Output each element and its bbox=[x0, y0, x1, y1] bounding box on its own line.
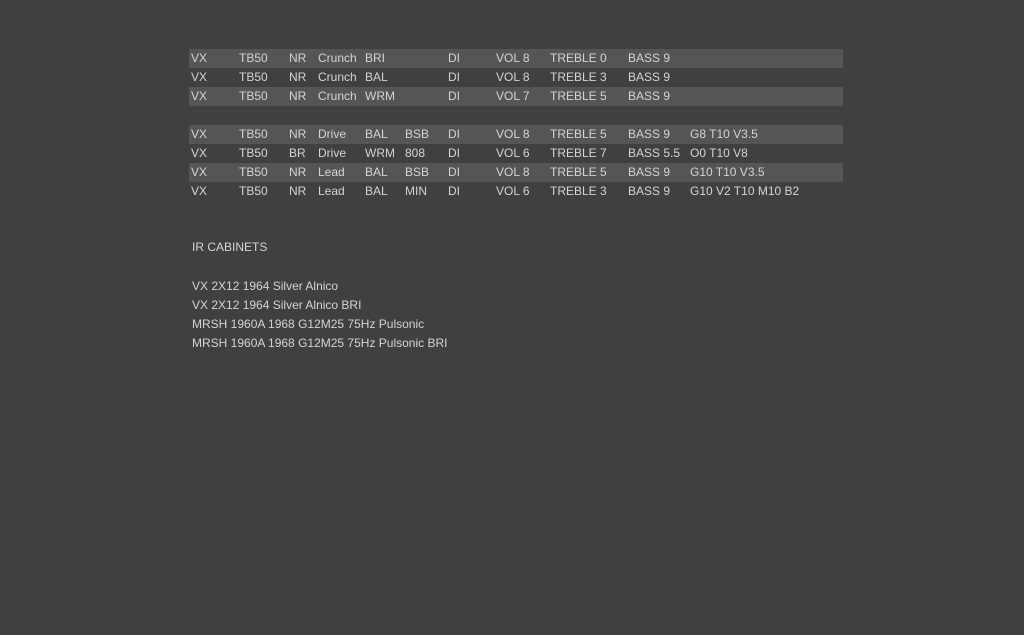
table-cell: BASS 9 bbox=[628, 184, 671, 198]
table-row: VX TB50 NR Drive BAL BSB DI VOL 8 TREBLE… bbox=[189, 125, 843, 144]
table-cell: VOL 8 bbox=[496, 51, 530, 65]
table-cell: BR bbox=[289, 146, 306, 160]
table-cell: BASS 9 bbox=[628, 127, 671, 141]
table-cell: VOL 6 bbox=[496, 146, 530, 160]
document-page: VX TB50 NR Crunch BRI DI VOL 8 TREBLE 0 … bbox=[0, 0, 1024, 635]
table-cell: VOL 6 bbox=[496, 184, 530, 198]
table-row: VX TB50 NR Lead BAL BSB DI VOL 8 TREBLE … bbox=[189, 163, 843, 182]
table-cell: Crunch bbox=[318, 70, 357, 84]
table-row: VX TB50 NR Crunch WRM DI VOL 7 TREBLE 5 … bbox=[189, 87, 843, 106]
table-cell: TREBLE 3 bbox=[550, 70, 607, 84]
table-cell: BAL bbox=[365, 165, 388, 179]
table-cell: TB50 bbox=[239, 89, 268, 103]
table-cell: TB50 bbox=[239, 70, 268, 84]
table-cell: BAL bbox=[365, 127, 388, 141]
table-cell: 808 bbox=[405, 146, 426, 160]
table-row: VX TB50 NR Crunch BAL DI VOL 8 TREBLE 3 … bbox=[189, 68, 843, 87]
table-cell: Crunch bbox=[318, 51, 357, 65]
table-cell: G8 T10 V3.5 bbox=[690, 127, 758, 141]
table-cell: VX bbox=[191, 51, 208, 65]
table-cell: DI bbox=[448, 146, 460, 160]
table-cell: BASS 9 bbox=[628, 70, 671, 84]
table-cell: G10 V2 T10 M10 B2 bbox=[690, 184, 800, 198]
table-cell: NR bbox=[289, 89, 307, 103]
table-cell: WRM bbox=[365, 146, 395, 160]
table-cell: DI bbox=[448, 184, 460, 198]
table-cell: TREBLE 5 bbox=[550, 165, 607, 179]
table-cell: BASS 9 bbox=[628, 51, 671, 65]
table-cell: DI bbox=[448, 51, 460, 65]
table-cell: VX bbox=[191, 165, 208, 179]
ir-cabinets-list: VX 2X12 1964 Silver Alnico VX 2X12 1964 … bbox=[192, 277, 447, 353]
table-cell: BRI bbox=[365, 51, 386, 65]
list-item: MRSH 1960A 1968 G12M25 75Hz Pulsonic BRI bbox=[192, 336, 448, 350]
table-cell: TREBLE 5 bbox=[550, 89, 607, 103]
table-cell: Drive bbox=[318, 127, 347, 141]
table-cell: TREBLE 7 bbox=[550, 146, 607, 160]
table-cell: TREBLE 5 bbox=[550, 127, 607, 141]
table-cell: BSB bbox=[405, 127, 430, 141]
table-row: VX TB50 NR Lead BAL MIN DI VOL 6 TREBLE … bbox=[189, 182, 843, 201]
table-cell: TB50 bbox=[239, 165, 268, 179]
table-cell: VOL 7 bbox=[496, 89, 530, 103]
table-cell: DI bbox=[448, 70, 460, 84]
table-cell: Crunch bbox=[318, 89, 357, 103]
table-cell: Lead bbox=[318, 184, 345, 198]
table-cell: WRM bbox=[365, 89, 395, 103]
list-item: VX 2X12 1964 Silver Alnico BRI bbox=[192, 298, 362, 312]
table-cell: VX bbox=[191, 146, 208, 160]
table-cell: VOL 8 bbox=[496, 70, 530, 84]
table-cell: NR bbox=[289, 127, 307, 141]
table-row: VX TB50 NR Crunch BRI DI VOL 8 TREBLE 0 … bbox=[189, 49, 843, 68]
table-cell: DI bbox=[448, 89, 460, 103]
table-cell: Drive bbox=[318, 146, 347, 160]
table-cell: VOL 8 bbox=[496, 127, 530, 141]
table-cell: BAL bbox=[365, 184, 388, 198]
table-cell: BSB bbox=[405, 165, 430, 179]
drive-lead-presets-table: VX TB50 NR Drive BAL BSB DI VOL 8 TREBLE… bbox=[189, 125, 843, 201]
table-cell: TREBLE 3 bbox=[550, 184, 607, 198]
table-cell: MIN bbox=[405, 184, 427, 198]
table-row: VX TB50 BR Drive WRM 808 DI VOL 6 TREBLE… bbox=[189, 144, 843, 163]
table-cell: VX bbox=[191, 70, 208, 84]
list-item: VX 2X12 1964 Silver Alnico bbox=[192, 279, 339, 293]
crunch-presets-table: VX TB50 NR Crunch BRI DI VOL 8 TREBLE 0 … bbox=[189, 49, 843, 106]
table-cell: O0 T10 V8 bbox=[690, 146, 748, 160]
table-cell: BASS 5.5 bbox=[628, 146, 681, 160]
table-cell: DI bbox=[448, 165, 460, 179]
table-cell: BASS 9 bbox=[628, 165, 671, 179]
table-cell: VX bbox=[191, 89, 208, 103]
table-cell: TB50 bbox=[239, 184, 268, 198]
table-cell: TB50 bbox=[239, 146, 268, 160]
table-cell: VOL 8 bbox=[496, 165, 530, 179]
section-heading: IR CABINETS bbox=[192, 240, 268, 254]
table-cell: TB50 bbox=[239, 127, 268, 141]
table-cell: VX bbox=[191, 127, 208, 141]
table-cell: NR bbox=[289, 70, 307, 84]
table-cell: DI bbox=[448, 127, 460, 141]
table-cell: NR bbox=[289, 165, 307, 179]
table-cell: BASS 9 bbox=[628, 89, 671, 103]
table-cell: BAL bbox=[365, 70, 388, 84]
table-cell: TREBLE 0 bbox=[550, 51, 607, 65]
table-cell: Lead bbox=[318, 165, 345, 179]
table-cell: TB50 bbox=[239, 51, 268, 65]
table-cell: NR bbox=[289, 51, 307, 65]
table-cell: NR bbox=[289, 184, 307, 198]
table-cell: VX bbox=[191, 184, 208, 198]
table-cell: G10 T10 V3.5 bbox=[690, 165, 765, 179]
list-item: MRSH 1960A 1968 G12M25 75Hz Pulsonic bbox=[192, 317, 425, 331]
